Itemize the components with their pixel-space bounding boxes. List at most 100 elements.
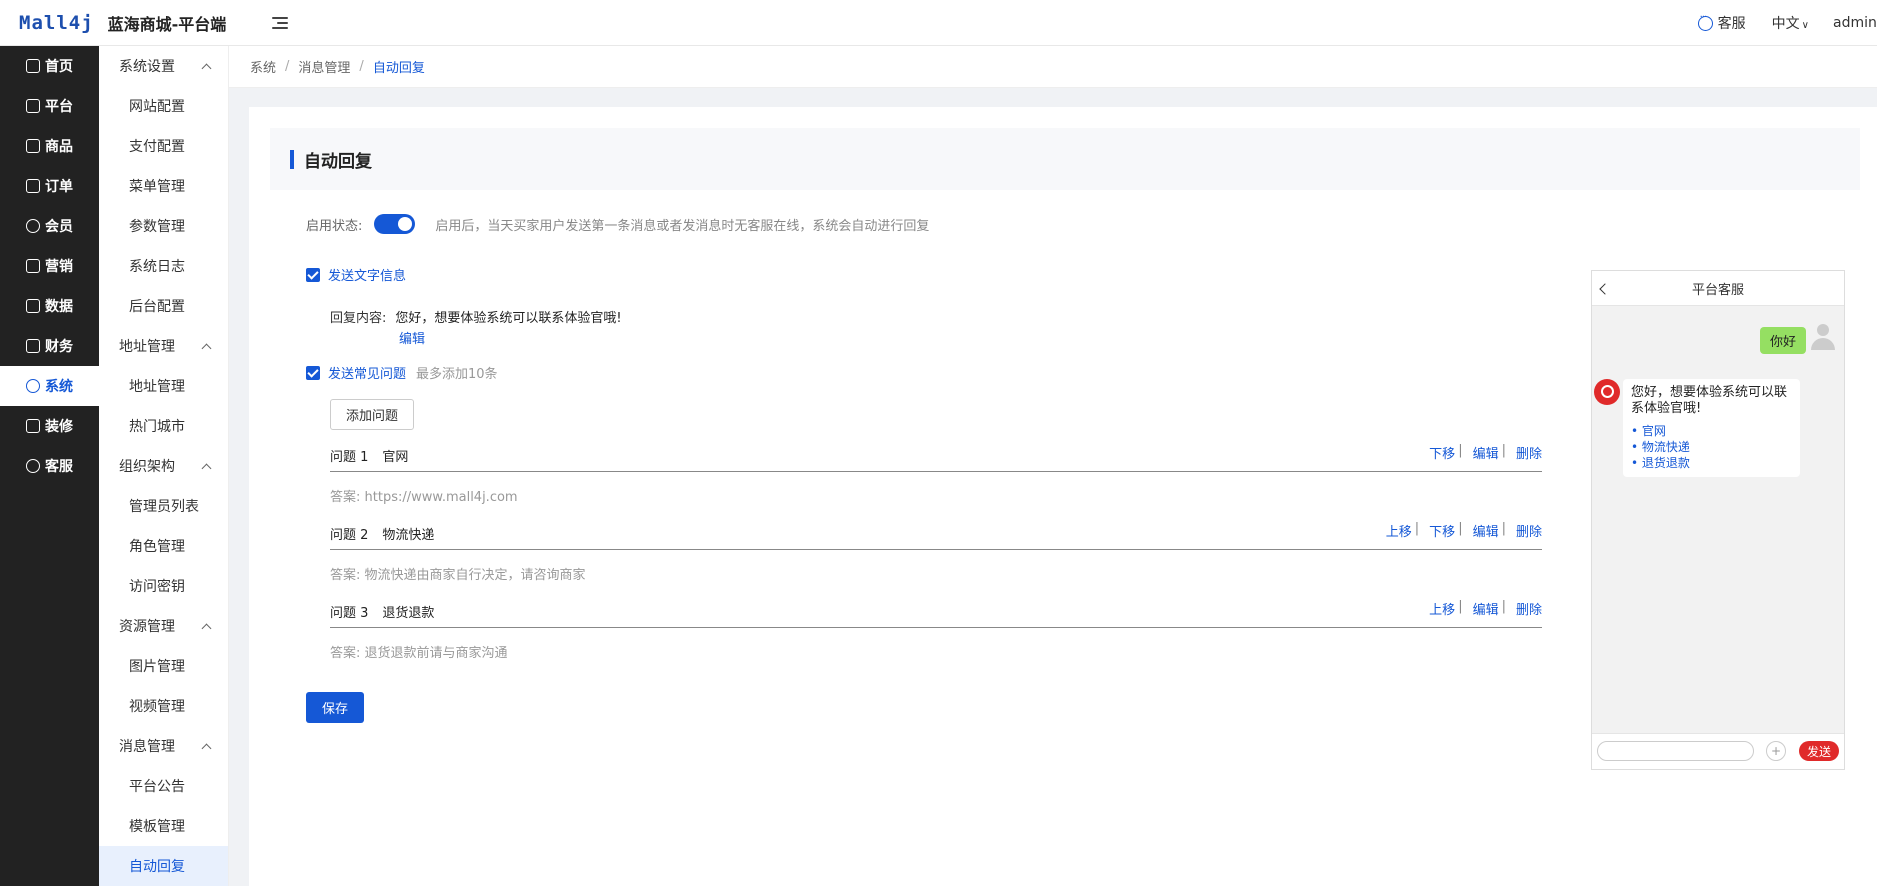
edit-question-link[interactable]: 编辑 bbox=[1473, 443, 1499, 462]
sub-nav-item[interactable]: 平台公告 bbox=[99, 766, 228, 806]
send-text-checkbox[interactable]: 发送文字信息 bbox=[306, 265, 406, 284]
question-title-row: 问题 2 物流快递 bbox=[330, 524, 434, 543]
sub-nav-item[interactable]: 角色管理 bbox=[99, 526, 228, 566]
enable-switch[interactable] bbox=[374, 214, 416, 234]
question-title-row: 问题 1 官网 bbox=[330, 446, 408, 465]
send-button[interactable]: 发送 bbox=[1799, 741, 1839, 761]
service-avatar-icon bbox=[1594, 379, 1620, 405]
main-nav-goods[interactable]: 商品 bbox=[0, 126, 99, 166]
sub-nav-item[interactable]: 视频管理 bbox=[99, 686, 228, 726]
question-item: 问题 3 退货退款 上移 | 编辑 | 删除 答案: 退货退款前请与商家沟通 bbox=[330, 594, 1542, 661]
edit-question-link[interactable]: 编辑 bbox=[1473, 599, 1499, 618]
question-title: 物流快递 bbox=[382, 528, 435, 543]
sub-nav-item[interactable]: 管理员列表 bbox=[99, 486, 228, 526]
plus-icon[interactable]: + bbox=[1766, 741, 1786, 761]
reply-label: 回复内容: bbox=[330, 311, 387, 326]
language-label: 中文 bbox=[1771, 16, 1800, 32]
main-nav-label: 会员 bbox=[45, 219, 73, 235]
main-nav-service[interactable]: 客服 bbox=[0, 446, 99, 486]
op-separator: | bbox=[1501, 443, 1506, 458]
document-icon bbox=[26, 179, 40, 193]
sub-nav-item[interactable]: 支付配置 bbox=[99, 126, 228, 166]
sub-nav-item[interactable]: 菜单管理 bbox=[99, 166, 228, 206]
sub-nav-group-org[interactable]: 组织架构 bbox=[99, 446, 228, 486]
main-nav-label: 客服 bbox=[45, 459, 73, 475]
edit-question-link[interactable]: 编辑 bbox=[1473, 521, 1499, 540]
page-header: 自动回复 bbox=[270, 128, 1860, 190]
bag-icon bbox=[26, 139, 40, 153]
move-up-link[interactable]: 上移 bbox=[1386, 521, 1412, 540]
sub-nav-item[interactable]: 系统日志 bbox=[99, 246, 228, 286]
sub-nav-item[interactable]: 地址管理 bbox=[99, 366, 228, 406]
user-menu[interactable]: admin bbox=[1833, 15, 1877, 31]
main-nav-marketing[interactable]: 营销 bbox=[0, 246, 99, 286]
chat-input[interactable] bbox=[1597, 741, 1754, 761]
faq-option[interactable]: • 物流快递 bbox=[1631, 439, 1792, 455]
main-nav-home[interactable]: 首页 bbox=[0, 46, 99, 86]
sub-nav-item[interactable]: 图片管理 bbox=[99, 646, 228, 686]
main-nav-finance[interactable]: 财务 bbox=[0, 326, 99, 366]
customer-service-button[interactable]: 客服 bbox=[1697, 12, 1746, 33]
main-nav-decorate[interactable]: 装修 bbox=[0, 406, 99, 446]
main-nav-members[interactable]: 会员 bbox=[0, 206, 99, 246]
breadcrumb-item[interactable]: 系统 bbox=[250, 57, 276, 76]
back-icon[interactable] bbox=[1599, 283, 1611, 295]
finance-icon bbox=[26, 339, 40, 353]
question-no: 问题 2 bbox=[330, 528, 369, 543]
breadcrumb: 系统 / 消息管理 / 自动回复 bbox=[229, 46, 1877, 88]
main-nav-data[interactable]: 数据 bbox=[0, 286, 99, 326]
sub-nav-item[interactable]: 后台配置 bbox=[99, 286, 228, 326]
main-nav-label: 装修 bbox=[45, 419, 73, 435]
delete-question-link[interactable]: 删除 bbox=[1516, 443, 1542, 462]
logo-mark: Mall4j bbox=[19, 11, 94, 34]
enable-hint: 启用后，当天买家用户发送第一条消息或者发消息时无客服在线，系统会自动进行回复 bbox=[435, 218, 930, 234]
question-no: 问题 3 bbox=[330, 606, 369, 621]
question-answer: 答案: 退货退款前请与商家沟通 bbox=[330, 646, 508, 661]
add-question-button[interactable]: 添加问题 bbox=[330, 399, 414, 430]
question-title-row: 问题 3 退货退款 bbox=[330, 602, 434, 621]
collapse-menu-icon[interactable] bbox=[270, 13, 290, 33]
sub-nav: 系统设置 网站配置 支付配置 菜单管理 参数管理 系统日志 后台配置 地址管理 … bbox=[99, 46, 229, 886]
chart-icon bbox=[26, 299, 40, 313]
top-right-actions: 客服 中文∨ admin bbox=[1697, 0, 1877, 46]
question-ops: 上移 | 编辑 | 删除 bbox=[1429, 599, 1542, 618]
gear-icon bbox=[26, 379, 40, 393]
sub-nav-item-auto-reply[interactable]: 自动回复 bbox=[99, 846, 228, 886]
main-nav-platform[interactable]: 平台 bbox=[0, 86, 99, 126]
gift-icon bbox=[26, 259, 40, 273]
sub-nav-item[interactable]: 访问密钥 bbox=[99, 566, 228, 606]
group-label: 组织架构 bbox=[119, 459, 175, 475]
sub-nav-item[interactable]: 模板管理 bbox=[99, 806, 228, 846]
move-down-link[interactable]: 下移 bbox=[1429, 443, 1455, 462]
main-nav-label: 订单 bbox=[45, 179, 73, 195]
delete-question-link[interactable]: 删除 bbox=[1516, 599, 1542, 618]
main-content: 自动回复 启用状态: 启用后，当天买家用户发送第一条消息或者发消息时无客服在线，… bbox=[249, 107, 1877, 886]
question-header: 问题 1 官网 下移 | 编辑 | 删除 bbox=[330, 438, 1542, 472]
main-nav-label: 平台 bbox=[45, 99, 73, 115]
move-up-link[interactable]: 上移 bbox=[1429, 599, 1455, 618]
main-nav-orders[interactable]: 订单 bbox=[0, 166, 99, 206]
send-faq-checkbox[interactable]: 发送常见问题 最多添加10条 bbox=[306, 363, 498, 382]
main-nav-system[interactable]: 系统 bbox=[0, 366, 99, 406]
save-button[interactable]: 保存 bbox=[306, 692, 364, 723]
question-answer: 答案: https://www.mall4j.com bbox=[330, 490, 518, 505]
user-avatar-icon bbox=[1810, 324, 1836, 352]
breadcrumb-item[interactable]: 消息管理 bbox=[298, 57, 350, 76]
op-separator: | bbox=[1414, 521, 1420, 536]
faq-option[interactable]: • 退货退款 bbox=[1631, 455, 1792, 471]
move-down-link[interactable]: 下移 bbox=[1429, 521, 1455, 540]
sub-nav-group-messages[interactable]: 消息管理 bbox=[99, 726, 228, 766]
sub-nav-group-address[interactable]: 地址管理 bbox=[99, 326, 228, 366]
sub-nav-group-resources[interactable]: 资源管理 bbox=[99, 606, 228, 646]
brush-icon bbox=[26, 419, 40, 433]
question-answer: 答案: 物流快递由商家自行决定，请咨询商家 bbox=[330, 568, 586, 583]
faq-option[interactable]: • 官网 bbox=[1631, 423, 1792, 439]
sub-nav-item[interactable]: 热门城市 bbox=[99, 406, 228, 446]
sub-nav-item[interactable]: 参数管理 bbox=[99, 206, 228, 246]
logo[interactable]: Mall4j 蓝海商城-平台端 bbox=[19, 0, 226, 46]
language-select[interactable]: 中文 ∨ bbox=[1772, 13, 1809, 33]
delete-question-link[interactable]: 删除 bbox=[1516, 521, 1542, 540]
sub-nav-group-system-settings[interactable]: 系统设置 bbox=[99, 46, 228, 86]
edit-reply-link[interactable]: 编辑 bbox=[399, 328, 425, 347]
sub-nav-item[interactable]: 网站配置 bbox=[99, 86, 228, 126]
